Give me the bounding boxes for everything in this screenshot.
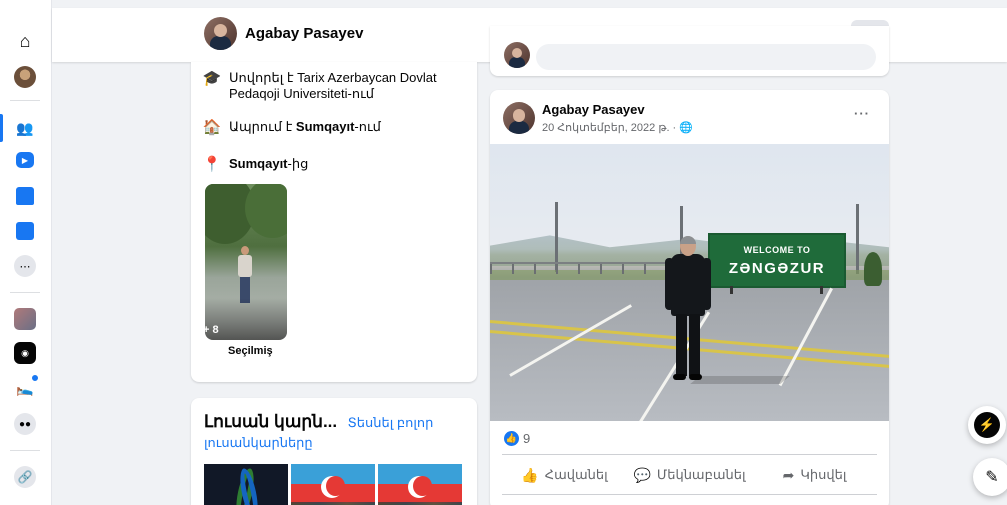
rail-divider <box>10 292 40 293</box>
globe-icon: 🌐 <box>679 122 693 134</box>
from-city[interactable]: Sumqayıt <box>229 156 288 171</box>
post-author-avatar[interactable] <box>503 102 535 134</box>
comment-input[interactable] <box>536 44 876 70</box>
menu-grid-icon[interactable]: ⋯ <box>14 255 36 277</box>
education-text: Սովորել է Tarix Azerbaycan Dovlat Pedaqo… <box>229 70 453 102</box>
sign-line-2: ZƏNGƏZUR <box>728 259 826 277</box>
post-card: Agabay Pasayev 20 Հոկտեմբեր, 2022 թ. · 🌐… <box>490 90 889 505</box>
post-date[interactable]: 20 Հոկտեմբեր, 2022 թ. · 🌐 <box>542 121 693 134</box>
person-figure <box>665 236 790 386</box>
rail-divider <box>10 100 40 101</box>
link-icon[interactable]: 🔗 <box>14 466 36 488</box>
profile-avatar-icon[interactable] <box>14 66 36 88</box>
comment-button[interactable]: 💬 Մեկնաբանել <box>627 460 752 490</box>
profile-name[interactable]: Agabay Pasayev <box>245 25 363 42</box>
gaming-icon[interactable] <box>16 222 34 240</box>
photos-title: Լուսան կարն... <box>204 412 338 431</box>
share-arrow-icon: ➦ <box>782 466 795 483</box>
from-suffix: -ից <box>287 156 309 171</box>
reaction-count: 9 <box>523 431 531 446</box>
sign-leg <box>730 286 733 294</box>
post-image[interactable]: WELCOME TO ZƏNGƏZUR <box>490 144 889 421</box>
lives-in-text: Ապրում է Sumqayıt-ում <box>229 119 381 135</box>
profile-avatar[interactable] <box>204 17 237 50</box>
featured-caption[interactable]: Seçilmiş <box>228 345 273 357</box>
photos-header: Լուսան կարն... Տեսնել բոլոր լուսանկարներ… <box>204 412 464 453</box>
intro-card: 🎓 Սովորել է Tarix Azerbaycan Dovlat Peda… <box>191 62 477 382</box>
rail-divider <box>10 450 40 451</box>
messenger-icon: ⚡ <box>974 412 1000 438</box>
photos-card: Լուսան կարն... Տեսնել բոլոր լուսանկարներ… <box>191 398 477 505</box>
tree-shape <box>864 252 882 286</box>
like-button[interactable]: 👍 Հավանել <box>502 460 627 490</box>
person-figure <box>238 246 252 304</box>
sign-leg <box>820 286 823 294</box>
location-pin-icon: 📍 <box>202 156 222 173</box>
rail-active-indicator <box>0 114 3 142</box>
post-more-button[interactable]: ··· <box>854 106 870 121</box>
watch-icon[interactable]: ▶ <box>16 152 34 168</box>
like-reaction-icon: 👍 <box>504 431 519 446</box>
lives-prefix: Ապրում է <box>229 119 296 134</box>
post-date-text: 20 Հոկտեմբեր, 2022 թ. · <box>542 122 680 134</box>
comment-label: Մեկնաբանել <box>656 467 746 482</box>
post-author-name[interactable]: Agabay Pasayev <box>542 102 645 117</box>
tree-shape <box>245 184 287 238</box>
speech-bubble-icon: 💬 <box>633 466 651 483</box>
education-row: 🎓 Սովորել է Tarix Azerbaycan Dovlat Peda… <box>203 70 453 102</box>
home-icon[interactable]: ⌂ <box>14 30 36 52</box>
comment-avatar <box>504 42 530 68</box>
friends-icon[interactable]: 👥 <box>14 117 36 139</box>
share-button[interactable]: ➦ Կիսվել <box>752 460 877 490</box>
lamp-pole <box>856 204 859 274</box>
graduation-cap-icon: 🎓 <box>202 70 222 87</box>
education-prefix: Սովորել է <box>229 70 298 85</box>
photo-thumbnail[interactable] <box>291 464 375 505</box>
lives-in-row: 🏠 Ապրում է Sumqayıt-ում <box>203 119 381 137</box>
thumbs-up-icon: 👍 <box>521 466 539 483</box>
reactions-summary[interactable]: 👍 9 <box>504 431 530 446</box>
post-actions: 👍 Հավանել 💬 Մեկնաբանել ➦ Կիսվել <box>502 460 877 490</box>
share-label: Կիսվել <box>800 467 847 482</box>
lives-suffix: -ում <box>354 119 381 134</box>
divider <box>502 454 877 455</box>
house-icon: 🏠 <box>202 119 222 136</box>
welcome-sign: WELCOME TO ZƏNGƏZUR <box>708 233 846 288</box>
new-message-button[interactable]: ✎ <box>973 458 1007 496</box>
lives-city[interactable]: Sumqayıt <box>296 119 355 134</box>
groups-icon[interactable]: ●● <box>14 413 36 435</box>
notification-bed-icon[interactable]: 🛌 <box>14 374 39 399</box>
from-text: Sumqayıt-ից <box>229 156 308 172</box>
like-label: Հավանել <box>544 467 608 482</box>
group-avatar-icon[interactable] <box>14 308 36 330</box>
app-icon[interactable]: ◉ <box>14 342 36 364</box>
photo-thumbnail[interactable] <box>378 464 462 505</box>
featured-photo[interactable] <box>205 184 287 340</box>
photo-thumbnail[interactable] <box>204 464 288 505</box>
from-row: 📍 Sumqayıt-ից <box>202 156 309 174</box>
left-rail: ⌂ 👥 ▶ ⋯ ◉ 🛌 ●● 🔗 <box>0 0 52 505</box>
notification-dot <box>31 374 39 382</box>
sign-line-1: WELCOME TO <box>743 244 811 255</box>
marketplace-icon[interactable] <box>16 187 34 205</box>
previous-post-footer <box>490 26 889 76</box>
compose-icon: ✎ <box>985 469 999 486</box>
road-marking <box>778 287 833 387</box>
divider <box>502 494 877 495</box>
featured-count: + 8 <box>203 324 219 336</box>
messenger-button[interactable]: ⚡ <box>968 406 1006 444</box>
